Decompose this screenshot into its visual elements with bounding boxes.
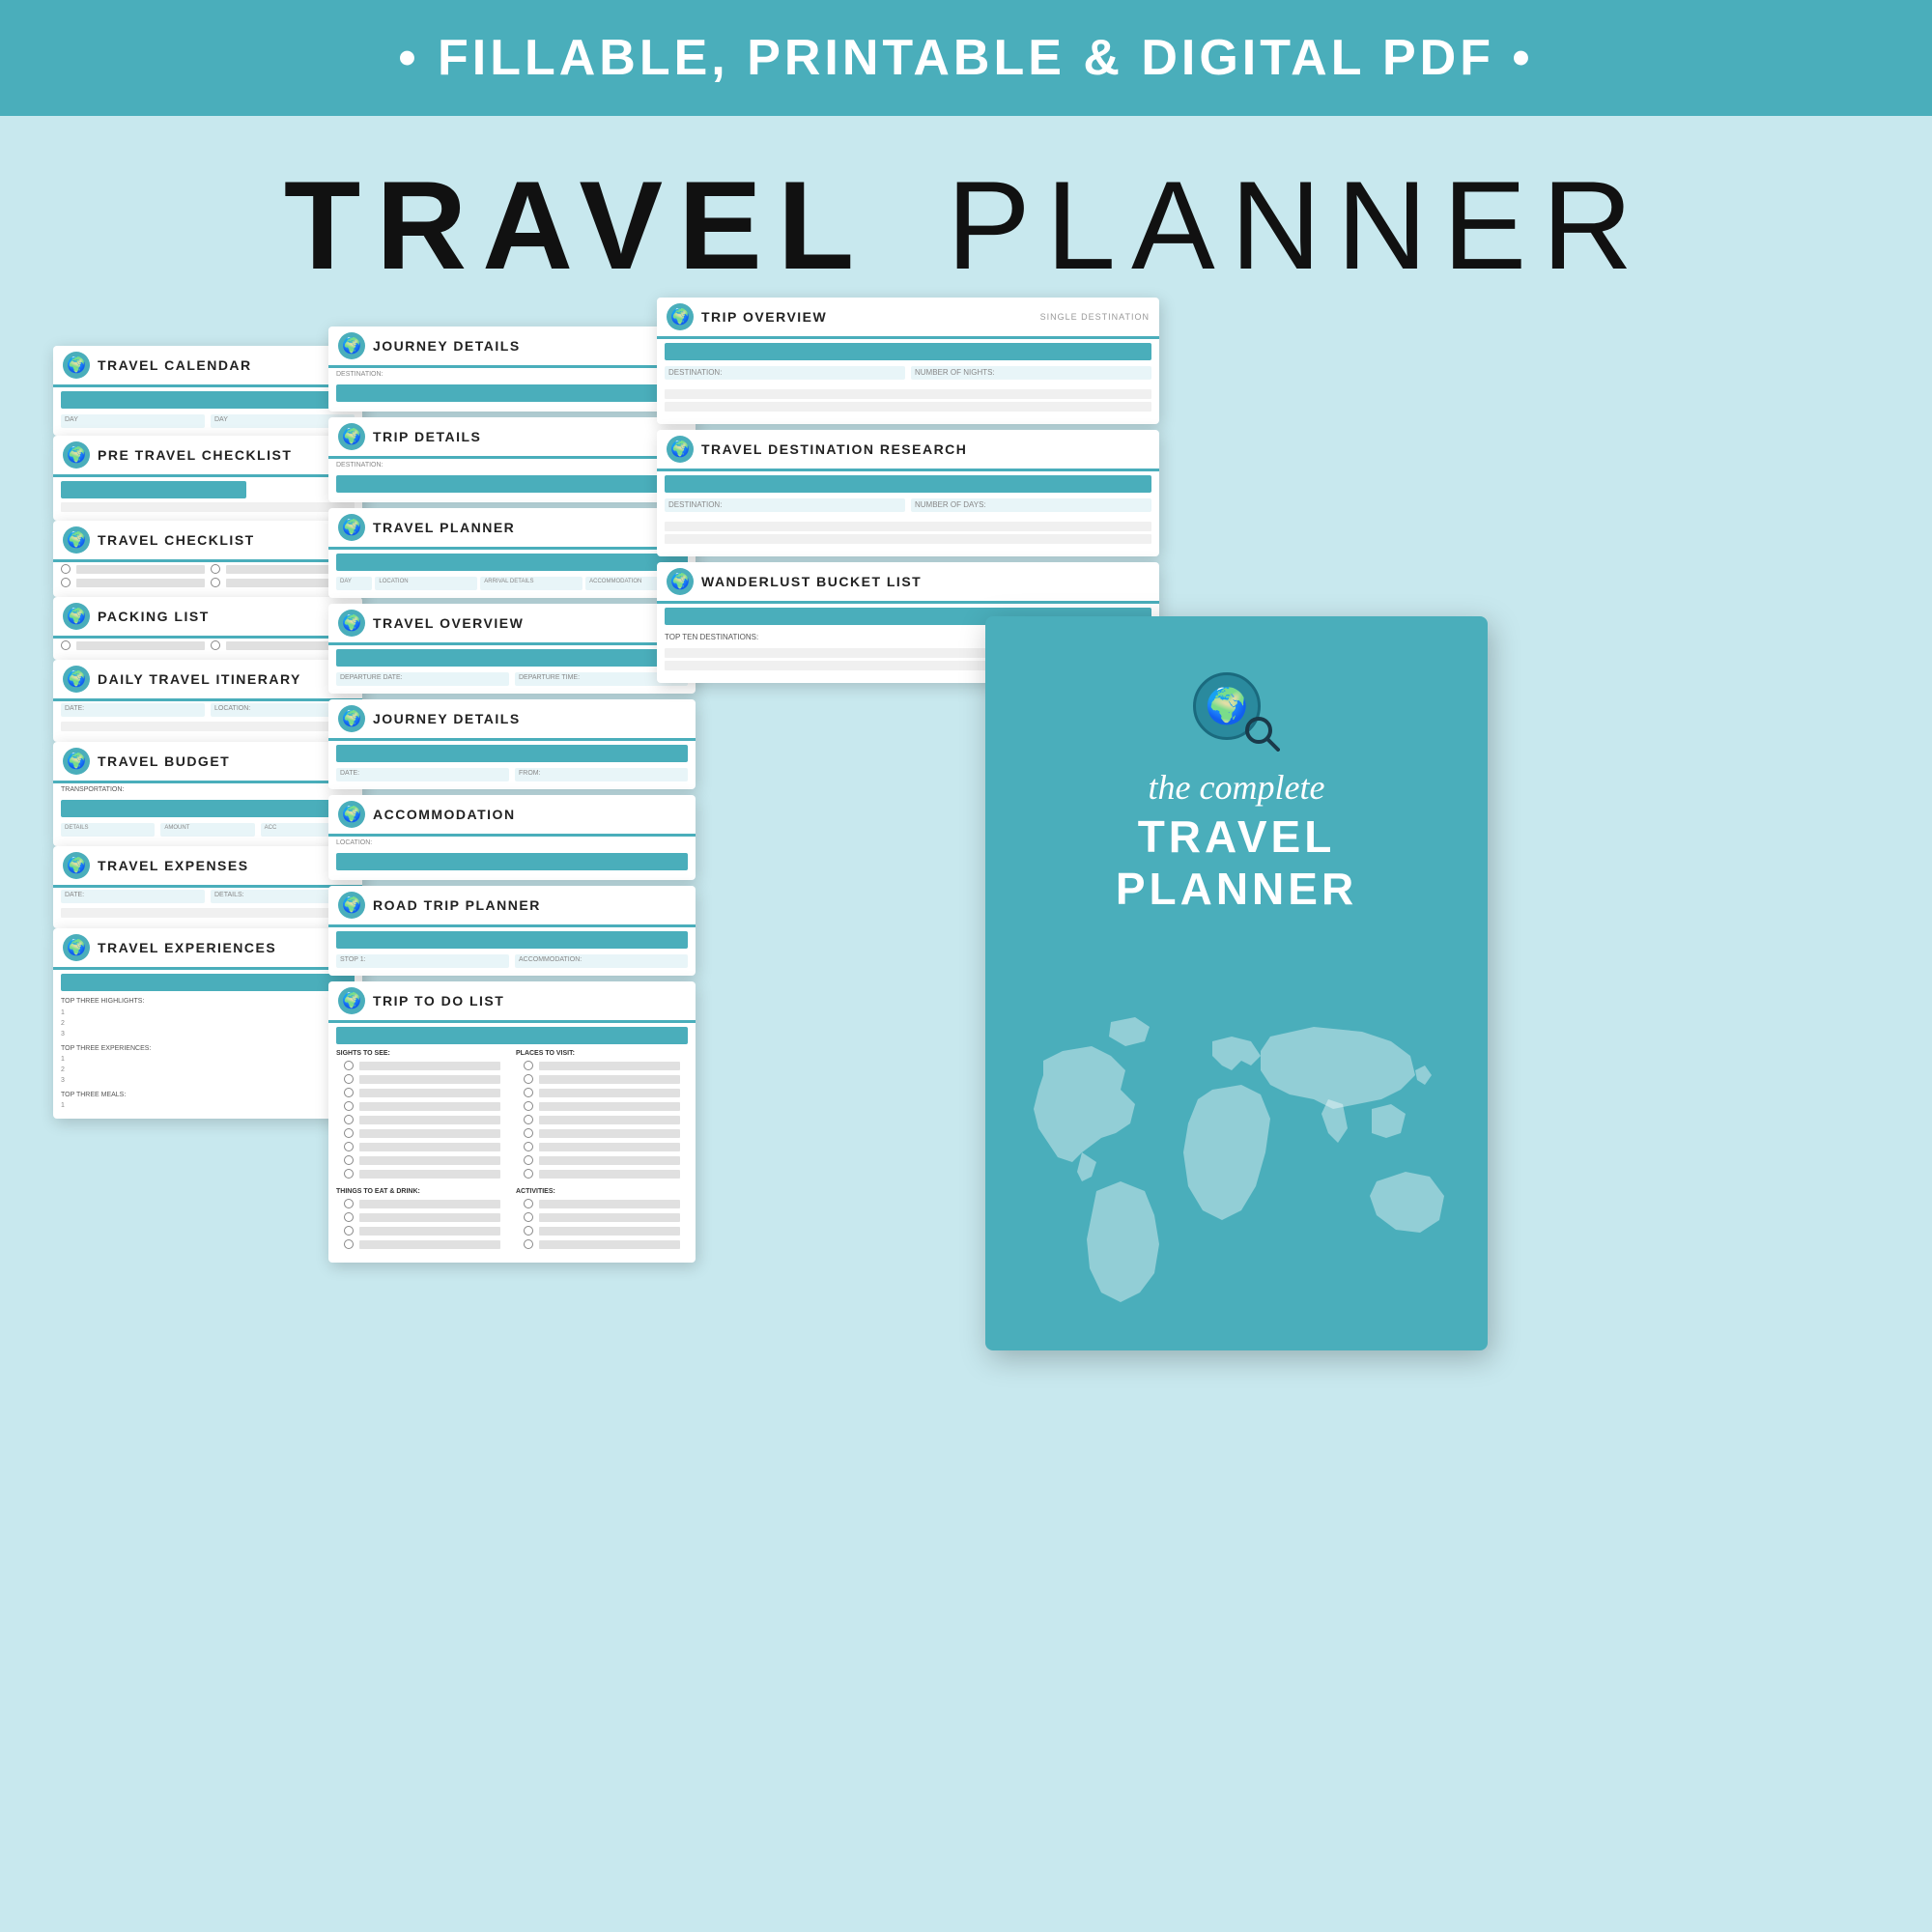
main-title: TRAVEL PLANNER <box>0 153 1932 298</box>
middle-stack: 🌍 JOURNEY DETAILS DESTINATION: 🌍 TRIP DE… <box>328 327 696 1268</box>
trip-to-do-list-title: TRIP TO DO LIST <box>373 993 504 1009</box>
travel-calendar-title: TRAVEL CALENDAR <box>98 357 252 373</box>
title-part1: TRAVEL <box>284 155 867 296</box>
travel-budget-card: 🌍 TRAVEL BUDGET TRANSPORTATION: DETAILS … <box>53 742 362 846</box>
banner-text: • FILLABLE, PRINTABLE & DIGITAL PDF • <box>398 29 1533 87</box>
globe-icon-r2: 🌍 <box>667 436 694 463</box>
travel-checklist-card: 🌍 TRAVEL CHECKLIST <box>53 521 362 597</box>
globe-icon-m3: 🌍 <box>338 514 365 541</box>
cover-card: 🌍 the complete TRAVEL PLANNER <box>985 616 1488 1350</box>
single-destination-label: SINGLE DESTINATION <box>1040 312 1150 322</box>
globe-icon-m8: 🌍 <box>338 987 365 1014</box>
journey-details-card: 🌍 JOURNEY DETAILS DESTINATION: <box>328 327 696 412</box>
title-part2: PLANNER <box>947 155 1648 296</box>
globe-icon-2: 🌍 <box>63 441 90 469</box>
travel-budget-title: TRAVEL BUDGET <box>98 753 230 769</box>
globe-icon-3: 🌍 <box>63 526 90 554</box>
travel-checklist-title: TRAVEL CHECKLIST <box>98 532 255 548</box>
travel-calendar-card: 🌍 TRAVEL CALENDAR DAY DAY <box>53 346 362 436</box>
travel-overview-title: TRAVEL OVERVIEW <box>373 615 524 631</box>
travel-destination-research-card: 🌍 TRAVEL DESTINATION RESEARCH DESTINATIO… <box>657 430 1159 556</box>
cover-globe-icon: 🌍 <box>1193 665 1280 752</box>
cover-script-title: the complete <box>1149 765 1325 810</box>
globe-icon-r1: 🌍 <box>667 303 694 330</box>
daily-itinerary-title: DAILY TRAVEL ITINERARY <box>98 671 301 687</box>
things-to-drink-label: THINGS TO EAT & DRINK: <box>336 1188 508 1195</box>
globe-icon-m2: 🌍 <box>338 423 365 450</box>
places-label: PLACES TO VISIT: <box>516 1050 688 1057</box>
globe-icon-r3: 🌍 <box>667 568 694 595</box>
journey-details-2-title: JOURNEY DETAILS <box>373 711 521 726</box>
journey-details-title: JOURNEY DETAILS <box>373 338 521 354</box>
road-trip-planner-title: ROAD TRIP PLANNER <box>373 897 541 913</box>
globe-icon-m6: 🌍 <box>338 801 365 828</box>
trip-to-do-list-card: 🌍 TRIP TO DO LIST SIGHTS TO SEE: <box>328 981 696 1263</box>
accommodation-title: ACCOMMODATION <box>373 807 516 822</box>
journey-details-2-card: 🌍 JOURNEY DETAILS DATE: FROM: <box>328 699 696 789</box>
top-banner: • FILLABLE, PRINTABLE & DIGITAL PDF • <box>0 0 1932 116</box>
travel-destination-research-title: TRAVEL DESTINATION RESEARCH <box>701 441 967 457</box>
travel-expenses-title: TRAVEL EXPENSES <box>98 858 249 873</box>
globe-icon-4: 🌍 <box>63 603 90 630</box>
travel-expenses-card: 🌍 TRAVEL EXPENSES DATE: DETAILS: <box>53 846 362 928</box>
road-trip-planner-card: 🌍 ROAD TRIP PLANNER STOP 1: ACCOMMODATIO… <box>328 886 696 976</box>
globe-icon-8: 🌍 <box>63 934 90 961</box>
trip-details-title: TRIP DETAILS <box>373 429 481 444</box>
cover-map <box>985 934 1488 1350</box>
packing-list-card: 🌍 PACKING LIST <box>53 597 362 660</box>
accommodation-card: 🌍 ACCOMMODATION LOCATION: <box>328 795 696 880</box>
globe-icon-m1: 🌍 <box>338 332 365 359</box>
travel-planner-card: 🌍 TRAVEL PLANNER DAY LOCATION ARRIVAL DE… <box>328 508 696 598</box>
cover-top: 🌍 the complete TRAVEL PLANNER <box>985 616 1488 934</box>
daily-itinerary-card: 🌍 DAILY TRAVEL ITINERARY DATE: LOCATION: <box>53 660 362 742</box>
globe-icon: 🌍 <box>63 352 90 379</box>
travel-experiences-card: 🌍 TRAVEL EXPERIENCES TOP THREE HIGHLIGHT… <box>53 928 362 1119</box>
globe-icon-m7: 🌍 <box>338 892 365 919</box>
globe-icon-6: 🌍 <box>63 748 90 775</box>
travel-experiences-title: TRAVEL EXPERIENCES <box>98 940 276 955</box>
sights-label: SIGHTS TO SEE: <box>336 1050 508 1057</box>
travel-planner-title: TRAVEL PLANNER <box>373 520 515 535</box>
pre-travel-checklist-card: 🌍 PRE TRAVEL CHECKLIST <box>53 436 362 521</box>
trip-overview-title: TRIP OVERVIEW <box>701 309 827 325</box>
travel-overview-card: 🌍 TRAVEL OVERVIEW DEPARTURE DATE: DEPART… <box>328 604 696 694</box>
activities-label: ACTIVITIES: <box>516 1188 688 1195</box>
wanderlust-bucket-list-title: WANDERLUST BUCKET LIST <box>701 574 922 589</box>
cover-bold-title: TRAVEL PLANNER <box>1014 810 1459 915</box>
left-stack: 🌍 TRAVEL CALENDAR DAY DAY 🌍 PRE TRAVEL C… <box>53 346 362 1119</box>
globe-icon-7: 🌍 <box>63 852 90 879</box>
trip-details-card: 🌍 TRIP DETAILS DESTINATION: <box>328 417 696 502</box>
pre-travel-title: PRE TRAVEL CHECKLIST <box>98 447 292 463</box>
packing-list-title: PACKING LIST <box>98 609 210 624</box>
content-area: 🌍 TRAVEL CALENDAR DAY DAY 🌍 PRE TRAVEL C… <box>0 327 1932 1776</box>
main-title-area: TRAVEL PLANNER <box>0 116 1932 327</box>
trip-overview-card: 🌍 TRIP OVERVIEW SINGLE DESTINATION DESTI… <box>657 298 1159 424</box>
globe-icon-m5: 🌍 <box>338 705 365 732</box>
globe-icon-m4: 🌍 <box>338 610 365 637</box>
globe-icon-5: 🌍 <box>63 666 90 693</box>
